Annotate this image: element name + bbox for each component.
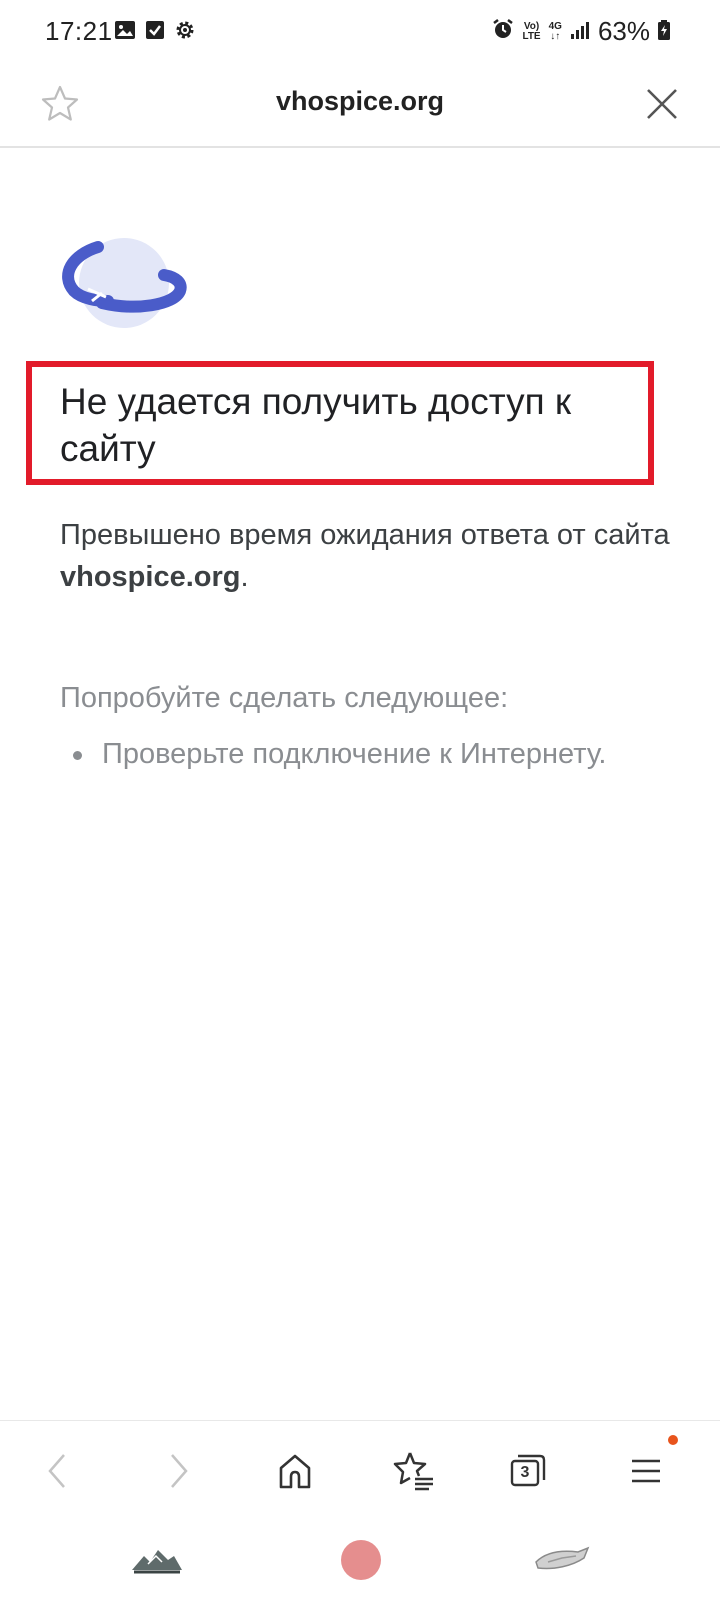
suggestions-list: Проверьте подключение к Интернету.: [60, 734, 700, 774]
recents-button[interactable]: [130, 1538, 184, 1578]
tab-count: 3: [520, 1464, 530, 1481]
tabs-button[interactable]: 3: [500, 1443, 556, 1499]
system-nav-bar: [0, 1522, 720, 1600]
page-url-title: vhospice.org: [275, 86, 445, 116]
star-list-icon: [393, 1452, 433, 1491]
bullet-icon: [73, 751, 82, 760]
checkbox-icon: [144, 19, 166, 41]
status-bar: 17:21 Vo) LTE 4G ↓↑ 63%: [0, 0, 720, 64]
signal-icon: [570, 16, 590, 47]
error-title: Не удается получить доступ к сайту: [60, 381, 572, 469]
browser-screen: 17:21 Vo) LTE 4G ↓↑ 63% vhospice.org Не …: [0, 0, 720, 1600]
notification-dot: [668, 1435, 678, 1445]
hamburger-menu-icon: [632, 1459, 660, 1483]
chevron-left-icon: [48, 1454, 65, 1488]
bookmarks-button[interactable]: [386, 1443, 442, 1499]
home-button[interactable]: [267, 1443, 323, 1499]
settings-icon: [174, 19, 196, 41]
close-icon: [647, 89, 677, 119]
home-circle-icon[interactable]: [341, 1540, 381, 1580]
suggestion-item: Проверьте подключение к Интернету.: [60, 734, 700, 774]
volte-icon: Vo) LTE: [522, 20, 541, 42]
back-icon: [535, 1546, 590, 1570]
error-domain: vhospice.org: [60, 561, 241, 593]
menu-button[interactable]: [618, 1435, 678, 1499]
battery-percent: 63%: [597, 16, 650, 46]
status-right-icons: Vo) LTE 4G ↓↑ 63%: [492, 16, 670, 47]
error-description: Превышено время ожидания ответа от сайта…: [60, 519, 670, 593]
image-icon: [114, 19, 136, 41]
close-button[interactable]: [644, 86, 680, 122]
back-nav-button[interactable]: [532, 1542, 592, 1578]
recents-icon: [132, 1550, 182, 1574]
alarm-icon: [492, 16, 514, 47]
back-button[interactable]: [30, 1443, 86, 1499]
dialog-top-bar: vhospice.org: [0, 64, 720, 148]
chevron-right-icon: [171, 1454, 188, 1488]
forward-button[interactable]: [150, 1443, 206, 1499]
status-time: 17:21: [45, 16, 113, 46]
home-icon: [279, 1454, 311, 1489]
battery-icon: [658, 16, 670, 47]
planet-icon: [62, 235, 190, 335]
browser-toolbar: 3: [0, 1420, 720, 1522]
status-left-icons: [114, 19, 196, 41]
4g-icon: 4G ↓↑: [548, 20, 562, 42]
suggestions-heading: Попробуйте сделать следующее:: [60, 682, 509, 714]
